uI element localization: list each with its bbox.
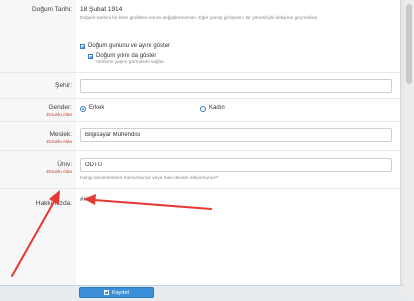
gender-required: Zorunlu Alan	[46, 112, 72, 117]
job-input[interactable]	[80, 128, 392, 142]
section-divider	[0, 72, 400, 73]
birth-date-help: Doğum tarihini bir kere girdikten sonra …	[80, 16, 319, 21]
birth-date-value: 18 Şubat 1914	[80, 6, 123, 13]
show-year-label: Doğum yılını da göster	[96, 53, 157, 59]
gender-option-male: Erkek	[89, 105, 105, 111]
job-label: Meslek:	[49, 131, 72, 138]
gender-option-female: Kadın	[209, 105, 225, 111]
university-label: Üniv:	[57, 161, 72, 168]
job-required: Zorunlu Alan	[46, 139, 72, 144]
section-divider	[0, 121, 400, 122]
city-input[interactable]	[80, 79, 392, 93]
about-value[interactable]: ####	[80, 197, 93, 203]
gender-radio-female[interactable]	[200, 106, 206, 112]
university-required: Zorunlu Alan	[46, 169, 72, 174]
gender-label: Gender:	[48, 104, 73, 111]
floppy-disk-icon	[103, 290, 109, 295]
save-button-label: Kaydet	[111, 289, 130, 296]
section-divider	[0, 98, 400, 99]
vertical-scrollbar-thumb[interactable]	[406, 4, 412, 84]
birth-date-label: Doğum Tarihi:	[32, 6, 72, 13]
show-year-checkbox[interactable]	[88, 54, 93, 59]
form-footer	[0, 285, 414, 301]
gender-radio-male[interactable]	[80, 106, 86, 112]
city-label: Şehir:	[55, 82, 72, 89]
show-birthday-checkbox[interactable]	[80, 44, 85, 49]
section-divider	[0, 188, 400, 189]
show-year-help: Verilerin yaşını görmesini sağlar.	[96, 60, 166, 65]
show-birthday-label: Doğum gununu ve ayını göster	[88, 43, 171, 49]
university-help: Hangi üniversiteden mezunsunuz veya hala…	[80, 176, 219, 181]
university-input[interactable]	[80, 158, 392, 172]
about-label: Hakkımızda:	[35, 200, 72, 207]
section-divider	[0, 150, 400, 151]
save-button[interactable]: Kaydet	[79, 287, 154, 298]
